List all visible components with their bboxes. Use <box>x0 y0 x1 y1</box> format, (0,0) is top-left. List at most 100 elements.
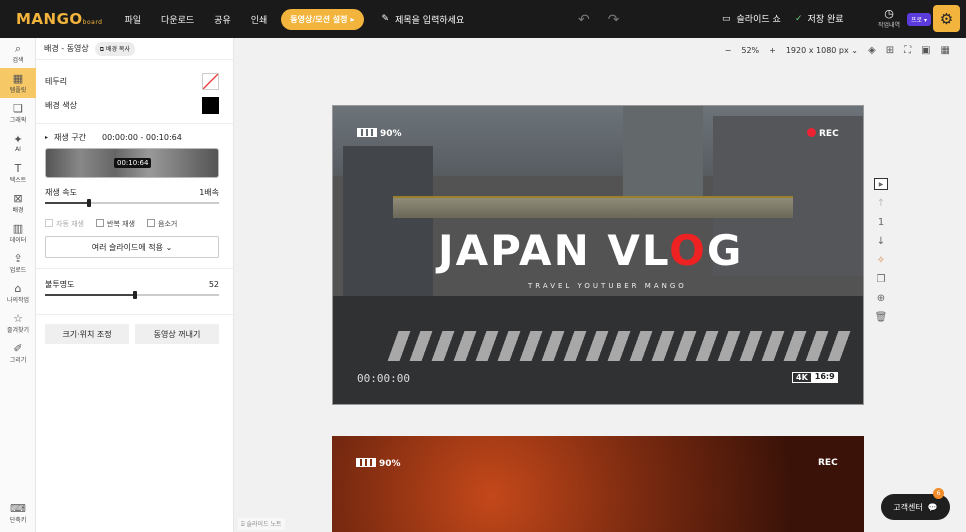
grid-size-icon[interactable]: ⊞ <box>886 45 894 56</box>
zoom-out-button[interactable]: − <box>725 46 732 55</box>
rail-data[interactable]: ▥ 데이터 <box>0 218 36 248</box>
battery-indicator: 90% <box>357 128 402 139</box>
mute-checkbox[interactable]: 음소거 <box>147 219 177 229</box>
redo-icon[interactable]: ↷ <box>608 12 620 28</box>
pencil-icon: ✎ <box>381 14 390 24</box>
left-rail: ⌕ 검색 ▦ 템플릿 ❏ 그래픽 ✦ AI T 텍스트 ⊠ 배경 ▥ 데이터 ⇪ 업로드 ⌂ 나의… <box>0 38 36 532</box>
top-bar: MANGOboard 파일 다운로드 공유 인쇄 동영상/모션 설정 ▸ ✎ 제… <box>0 0 966 38</box>
video-timecode[interactable]: 00:00:00 <box>357 372 410 385</box>
slide-note-button[interactable]: ⌸ 슬라이드 노트 <box>238 518 285 530</box>
slide-grid-icon[interactable]: ▦ <box>941 45 950 56</box>
add-slide-icon[interactable]: ⊕ <box>877 293 885 304</box>
slide-side-tools: ▶ ↑ 1 ↓ ✧ ❐ ⊕ 🗑 <box>871 178 891 323</box>
menu-print[interactable]: 인쇄 <box>251 13 268 26</box>
border-row: 테두리 <box>36 72 233 90</box>
keyboard-icon: ⌨ <box>10 501 26 515</box>
menu-file[interactable]: 파일 <box>124 13 141 26</box>
opacity-slider[interactable] <box>45 290 219 300</box>
rail-draw[interactable]: ✐ 그리기 <box>0 338 36 368</box>
layers-icon[interactable]: ◈ <box>868 45 876 56</box>
check-icon: ✓ <box>795 13 803 24</box>
menu-share[interactable]: 공유 <box>214 13 231 26</box>
rec-indicator-2: REC <box>818 458 838 468</box>
rail-search[interactable]: ⌕ 검색 <box>0 38 36 68</box>
preview-icon[interactable]: ▣ <box>921 45 930 56</box>
title-input[interactable]: ✎ 제목을 입력하세요 <box>382 13 465 26</box>
slideshow-button[interactable]: ▭ 슬라이드 쇼 <box>722 12 781 26</box>
play-icon: ▸ <box>350 14 355 24</box>
history-button[interactable]: ◷ 작업내역 <box>876 7 902 29</box>
apply-multiple-slides-button[interactable]: 여러 슬라이드에 적용 ⌄ <box>45 236 219 258</box>
filmstrip-timecode: 00:10:64 <box>114 158 152 168</box>
playback-row: ▸ 재생 구간 00:00:00 - 00:10:64 <box>45 132 182 142</box>
repeat-checkbox[interactable]: 반복 재생 <box>96 219 135 229</box>
border-color-swatch[interactable] <box>202 72 219 90</box>
opacity-slider-knob[interactable] <box>133 291 138 299</box>
bg-color-swatch[interactable] <box>202 96 219 114</box>
speed-row: 재생 속도 1배속 <box>45 187 219 197</box>
battery-icon <box>356 458 376 467</box>
animation-rocket-icon[interactable]: ✧ <box>877 255 885 266</box>
rail-background[interactable]: ⊠ 배경 <box>0 188 36 218</box>
graphic-icon: ❏ <box>13 101 23 115</box>
battery-icon <box>357 128 377 137</box>
opacity-row: 불투명도 52 <box>45 279 219 289</box>
move-down-icon[interactable]: ↓ <box>877 236 885 247</box>
menu-download[interactable]: 다운로드 <box>161 13 194 26</box>
settings-gear-icon[interactable]: ⚙ <box>933 5 960 32</box>
properties-panel: 배경 - 동영상 ⧉ 배경 복사 테두리 배경 색상 ▸ 재생 구간 00:00… <box>36 38 234 532</box>
extract-video-button[interactable]: 동영상 꺼내기 <box>135 324 219 344</box>
zoom-in-button[interactable]: + <box>769 46 776 55</box>
main-menu: 파일 다운로드 공유 인쇄 <box>124 13 267 26</box>
folder-icon: ⌂ <box>14 281 22 295</box>
mango-board-logo[interactable]: MANGOboard <box>16 10 102 28</box>
chart-icon: ▥ <box>12 221 24 235</box>
rail-graphic[interactable]: ❏ 그래픽 <box>0 98 36 128</box>
draw-icon: ✐ <box>13 341 23 355</box>
video-filmstrip[interactable]: 00:10:64 <box>45 148 219 178</box>
battery-indicator-2: 90% <box>356 458 401 469</box>
duplicate-bg-button[interactable]: ⧉ 배경 복사 <box>94 41 135 56</box>
rail-ai[interactable]: ✦ AI <box>0 128 36 158</box>
undo-icon[interactable]: ↶ <box>578 12 590 28</box>
resolution-badge[interactable]: 4K 16:9 <box>792 372 838 383</box>
rail-my-work[interactable]: ⌂ 나의작업 <box>0 278 36 308</box>
page-number: 1 <box>877 217 885 228</box>
video-actions: 크기·위치 조정 동영상 꺼내기 <box>45 324 219 344</box>
rail-upload[interactable]: ⇪ 업로드 <box>0 248 36 278</box>
rail-template[interactable]: ▦ 템플릿 <box>0 68 36 98</box>
plan-badge[interactable]: 프로 ▾ <box>907 13 931 26</box>
ai-sparkle-icon: ✦ <box>13 132 23 146</box>
speed-slider-knob[interactable] <box>86 199 91 207</box>
fit-screen-icon[interactable]: ⛶ <box>904 45 911 56</box>
move-up-icon[interactable]: ↑ <box>877 198 885 209</box>
rail-text[interactable]: T 텍스트 <box>0 158 36 188</box>
autoplay-checkbox[interactable]: 자동 재생 <box>45 219 84 229</box>
canvas-size-dropdown[interactable]: 1920 x 1080 px ⌄ <box>786 46 858 55</box>
slide-2[interactable]: 90% REC <box>332 436 864 532</box>
template-icon: ▦ <box>12 71 24 85</box>
resize-position-button[interactable]: 크기·위치 조정 <box>45 324 129 344</box>
customer-center-button[interactable]: 고객센터 💬 6 <box>881 488 950 520</box>
chat-icon: 💬 <box>927 502 938 512</box>
zoom-level[interactable]: 52% <box>741 46 759 55</box>
search-icon: ⌕ <box>14 41 22 55</box>
rec-indicator: REC <box>807 128 839 139</box>
speed-slider[interactable] <box>45 198 219 208</box>
play-slide-icon[interactable]: ▶ <box>874 178 888 190</box>
clock-icon: ◷ <box>884 7 894 20</box>
breadcrumb: 배경 - 동영상 ⧉ 배경 복사 <box>36 38 233 60</box>
bg-color-row: 배경 색상 <box>36 96 233 114</box>
playback-options: 자동 재생 반복 재생 음소거 <box>36 219 233 229</box>
background-icon: ⊠ <box>13 191 23 205</box>
vlog-title[interactable]: JAPAN VLOG <box>438 226 743 275</box>
zoom-bar: − 52% + 1920 x 1080 px ⌄ ◈ ⊞ ⛶ ▣ ▦ <box>725 38 966 62</box>
rail-favorites[interactable]: ☆ 즐겨찾기 <box>0 308 36 338</box>
motion-settings-button[interactable]: 동영상/모션 설정 ▸ <box>281 8 364 30</box>
duplicate-slide-icon[interactable]: ❐ <box>877 274 886 285</box>
vlog-subtitle[interactable]: TRAVEL YOUTUBER MANGO <box>528 282 687 290</box>
delete-slide-icon[interactable]: 🗑 <box>875 312 888 323</box>
expand-icon[interactable]: ▸ <box>45 134 48 141</box>
rail-shortcuts[interactable]: ⌨ 단축키 <box>0 498 36 528</box>
slide-1[interactable]: 90% REC JAPAN VLOG TRAVEL YOUTUBER MANGO… <box>332 105 864 405</box>
